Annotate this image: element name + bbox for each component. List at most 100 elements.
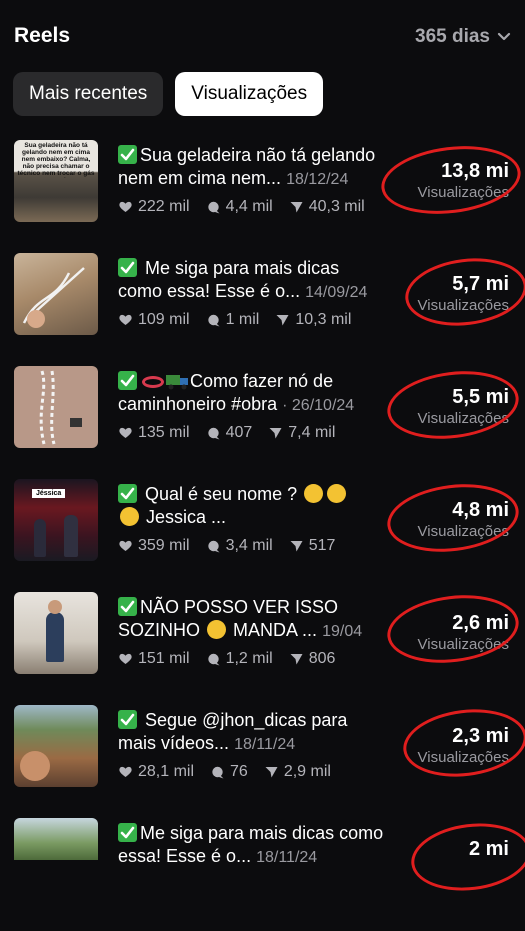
reel-thumbnail[interactable] [14, 253, 98, 335]
comment-bubble-icon [207, 427, 220, 439]
reel-views: 2,6 mi Visualizações [399, 612, 509, 653]
check-mark-icon [118, 145, 137, 164]
check-mark-icon [118, 484, 137, 503]
thumbnail-overlay-text: Jéssica [32, 489, 66, 498]
reels-list: Sua geladeira não tá gelando nem em cima… [0, 138, 525, 931]
reel-caption-text-continued: Jessica ... [146, 507, 227, 527]
reel-caption-text: Qual é seu nome ? [145, 484, 298, 504]
views-count: 5,5 mi [452, 386, 509, 408]
reel-date: 19/04 [322, 623, 363, 640]
chevron-down-icon [497, 32, 511, 41]
likes-count: 109 mil [138, 311, 190, 328]
views-count: 2 mi [468, 838, 509, 860]
reel-stats: 28,1 mil 76 2,9 mil [119, 763, 348, 781]
date-range-selector[interactable]: 365 dias [415, 26, 511, 48]
likes-count: 151 mil [138, 650, 190, 667]
laughing-emoji-icon [304, 484, 324, 503]
check-mark-icon [118, 371, 137, 390]
comment-bubble-icon [207, 540, 220, 552]
views-count: 2,3 mi [452, 725, 509, 747]
comment-bubble-icon [207, 653, 220, 665]
heart-icon [119, 427, 132, 438]
views-label: Visualizações [417, 297, 509, 314]
send-icon [290, 202, 303, 213]
reel-views: 2,3 mi Visualizações [399, 725, 509, 766]
reel-thumbnail[interactable] [14, 705, 98, 787]
knot-emoji-icon [142, 376, 164, 388]
page-title: Reels [14, 24, 71, 47]
heart-icon [119, 314, 132, 325]
reel-date: 18/11/24 [256, 849, 318, 866]
laughing-emoji-icon [327, 484, 347, 503]
reel-views: 5,7 mi Visualizações [399, 273, 509, 314]
comments-count: 3,4 mil [225, 537, 273, 554]
person-head [20, 751, 50, 781]
shares-count: 2,9 mil [283, 763, 331, 780]
comments-count: 4,4 mil [225, 198, 273, 215]
date-range-label: 365 dias [415, 26, 490, 47]
laughing-emoji-icon [207, 620, 227, 639]
truck-emoji-icon [166, 375, 188, 390]
reel-item[interactable]: Me siga para mais dicas como essa! Esse … [0, 251, 525, 366]
send-icon [290, 654, 303, 665]
check-mark-icon [118, 258, 137, 277]
reel-caption: Me siga para mais dicas como essa! Esse … [118, 257, 388, 304]
comments-count: 407 [225, 424, 253, 441]
check-mark-icon [118, 597, 137, 616]
reel-caption-text-continued: MANDA ... [233, 620, 318, 640]
reel-caption-text: Me siga para mais dicas como essa! Esse … [118, 823, 384, 866]
views-count: 2,6 mi [452, 612, 509, 634]
person-figure [34, 519, 46, 557]
reel-caption: NÃO POSSO VER ISSO SOZINHO MANDA ... 19/… [118, 596, 388, 643]
comment-bubble-icon [207, 314, 220, 326]
reel-thumbnail[interactable]: Jéssica [14, 479, 98, 561]
likes-count: 28,1 mil [138, 763, 195, 780]
shares-count: 7,4 mil [288, 424, 336, 441]
comment-bubble-icon [212, 766, 224, 778]
send-icon [276, 315, 289, 326]
reel-item[interactable]: NÃO POSSO VER ISSO SOZINHO MANDA ... 19/… [0, 588, 525, 705]
shares-count: 806 [308, 650, 336, 667]
views-label: Visualizações [417, 749, 509, 766]
reel-item[interactable]: Como fazer nó de caminhoneiro #obra · 26… [0, 364, 525, 479]
shares-count: 10,3 mil [295, 311, 352, 328]
views-label: Visualizações [417, 184, 509, 201]
reel-date: · 26/10/24 [282, 397, 355, 414]
reel-views: 2 mi [399, 838, 509, 861]
views-count: 4,8 mi [452, 499, 509, 521]
reel-stats: 109 mil 1 mil 10,3 mil [119, 311, 368, 329]
reel-thumbnail[interactable] [14, 818, 98, 860]
comments-count: 1,2 mil [225, 650, 273, 667]
reel-thumbnail[interactable] [14, 366, 98, 448]
heart-icon [119, 201, 132, 212]
reel-stats: 151 mil 1,2 mil 806 [119, 650, 352, 668]
reel-item[interactable]: Sua geladeira não tá gelando nem em cima… [0, 138, 525, 253]
reel-thumbnail[interactable] [14, 592, 98, 674]
likes-count: 359 mil [138, 537, 190, 554]
likes-count: 222 mil [138, 198, 190, 215]
reel-item[interactable]: Segue @jhon_dicas para mais vídeos... 18… [0, 702, 525, 818]
reel-caption: Como fazer nó de caminhoneiro #obra · 26… [118, 370, 388, 417]
shares-count: 517 [308, 537, 336, 554]
laughing-emoji-icon [120, 507, 139, 526]
tab-mais-recentes[interactable]: Mais recentes [13, 72, 164, 116]
reel-stats: 359 mil 3,4 mil 517 [119, 537, 352, 555]
views-count: 13,8 mi [441, 160, 509, 182]
reel-views: 4,8 mi Visualizações [399, 499, 509, 540]
reel-caption-text: Segue @jhon_dicas para mais vídeos... [118, 710, 348, 753]
reel-date: 14/09/24 [305, 284, 368, 301]
reel-thumbnail[interactable]: Sua geladeira não tá gelando nem em cima… [14, 140, 98, 222]
send-icon [265, 767, 278, 778]
check-mark-icon [118, 823, 137, 842]
heart-icon [119, 766, 132, 777]
person-figure [46, 612, 64, 662]
header: Reels 365 dias [0, 0, 525, 70]
tab-visualizacoes[interactable]: Visualizações [175, 72, 324, 116]
reel-item[interactable]: Jéssica Qual é seu nome ? Jessica ... 35… [0, 477, 525, 592]
send-icon [290, 541, 303, 552]
reel-date: 18/11/24 [234, 736, 296, 753]
person-head [48, 600, 62, 614]
send-icon [269, 428, 282, 439]
reel-stats: 135 mil 407 7,4 mil [119, 424, 352, 442]
shares-count: 40,3 mil [308, 198, 365, 215]
